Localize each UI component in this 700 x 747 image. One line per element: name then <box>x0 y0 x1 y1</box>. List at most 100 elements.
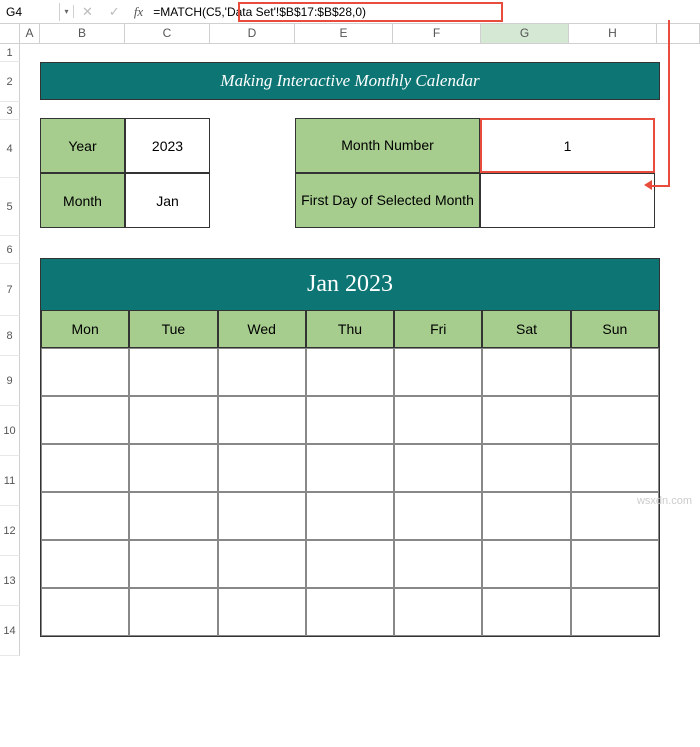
calendar-cell[interactable] <box>129 348 217 396</box>
calendar-cell[interactable] <box>306 492 394 540</box>
month-number-label: Month Number <box>295 118 480 173</box>
calendar-cell[interactable] <box>129 396 217 444</box>
calendar-cell[interactable] <box>218 348 306 396</box>
calendar-row <box>41 540 659 588</box>
calendar-cell[interactable] <box>41 396 129 444</box>
calendar-cell[interactable] <box>41 588 129 636</box>
calendar-cell[interactable] <box>571 588 659 636</box>
calendar-cell[interactable] <box>306 348 394 396</box>
formula-enter-icon: ✓ <box>101 4 128 20</box>
row-header-8[interactable]: 8 <box>0 316 20 356</box>
row-header-10[interactable]: 10 <box>0 406 20 456</box>
row-header-6[interactable]: 6 <box>0 236 20 264</box>
calendar-cell[interactable] <box>41 540 129 588</box>
calendar-title: Jan 2023 <box>41 259 659 310</box>
day-header-mon: Mon <box>41 310 129 348</box>
col-header-G[interactable]: G <box>481 24 569 43</box>
calendar-row <box>41 588 659 636</box>
calendar-cell[interactable] <box>394 444 482 492</box>
year-month-box: Year 2023 Month Jan <box>40 118 210 228</box>
row-header-2[interactable]: 2 <box>0 62 20 102</box>
row-header-5[interactable]: 5 <box>0 178 20 236</box>
worksheet-content: Making Interactive Monthly Calendar Year… <box>40 62 660 637</box>
col-header-D[interactable]: D <box>210 24 295 43</box>
month-value-cell[interactable]: Jan <box>125 173 210 228</box>
calendar-cell[interactable] <box>129 444 217 492</box>
calendar-cell[interactable] <box>218 540 306 588</box>
calendar-cell[interactable] <box>482 348 570 396</box>
row-header-9[interactable]: 9 <box>0 356 20 406</box>
name-box-dropdown-icon[interactable]: ▾ <box>60 5 74 18</box>
column-headers: A B C D E F G H <box>0 24 700 44</box>
col-header-F[interactable]: F <box>393 24 481 43</box>
name-box[interactable]: G4 <box>0 3 60 21</box>
calendar-cell[interactable] <box>41 492 129 540</box>
calendar-cell[interactable] <box>306 588 394 636</box>
page-title: Making Interactive Monthly Calendar <box>40 62 660 100</box>
row-header-12[interactable]: 12 <box>0 506 20 556</box>
calendar-cell[interactable] <box>571 396 659 444</box>
col-header-C[interactable]: C <box>125 24 210 43</box>
calendar-cell[interactable] <box>218 588 306 636</box>
row-headers: 1 2 3 4 5 6 7 8 9 10 11 12 13 14 <box>0 44 20 656</box>
col-header-H[interactable]: H <box>569 24 657 43</box>
calendar-cell[interactable] <box>394 588 482 636</box>
formula-bar-row: G4 ▾ ✕ ✓ fx <box>0 0 700 24</box>
month-info-box: Month Number 1 First Day of Selected Mon… <box>295 118 655 228</box>
calendar-cell[interactable] <box>41 444 129 492</box>
calendar-cell[interactable] <box>306 396 394 444</box>
calendar-row <box>41 348 659 396</box>
row-header-14[interactable]: 14 <box>0 606 20 656</box>
row-header-3[interactable]: 3 <box>0 102 20 120</box>
calendar-day-headers: Mon Tue Wed Thu Fri Sat Sun <box>41 310 659 348</box>
calendar-cell[interactable] <box>571 444 659 492</box>
row-header-11[interactable]: 11 <box>0 456 20 506</box>
first-day-label: First Day of Selected Month <box>295 173 480 228</box>
calendar-cell[interactable] <box>306 540 394 588</box>
day-header-fri: Fri <box>394 310 482 348</box>
formula-cancel-icon: ✕ <box>74 4 101 20</box>
calendar-cell[interactable] <box>218 396 306 444</box>
calendar-cell[interactable] <box>41 348 129 396</box>
formula-input[interactable] <box>149 3 700 21</box>
calendar-row <box>41 396 659 444</box>
row-header-7[interactable]: 7 <box>0 264 20 316</box>
calendar-cell[interactable] <box>394 396 482 444</box>
calendar-cell[interactable] <box>482 492 570 540</box>
calendar-cell[interactable] <box>482 396 570 444</box>
first-day-cell[interactable] <box>480 173 655 228</box>
fx-icon[interactable]: fx <box>128 4 149 20</box>
calendar-cell[interactable] <box>394 492 482 540</box>
month-label: Month <box>40 173 125 228</box>
calendar-cell[interactable] <box>129 492 217 540</box>
row-header-13[interactable]: 13 <box>0 556 20 606</box>
calendar-cell[interactable] <box>394 540 482 588</box>
row-header-1[interactable]: 1 <box>0 44 20 62</box>
day-header-wed: Wed <box>218 310 306 348</box>
col-header-rest[interactable] <box>657 24 700 43</box>
col-header-B[interactable]: B <box>40 24 125 43</box>
watermark: wsxdn.com <box>637 495 692 507</box>
col-header-E[interactable]: E <box>295 24 393 43</box>
callout-arrow <box>668 20 670 185</box>
day-header-tue: Tue <box>129 310 217 348</box>
month-number-cell[interactable]: 1 <box>480 118 655 173</box>
calendar-cell[interactable] <box>571 348 659 396</box>
calendar-table: Jan 2023 Mon Tue Wed Thu Fri Sat Sun <box>40 258 660 637</box>
calendar-cell[interactable] <box>482 444 570 492</box>
calendar-cell[interactable] <box>394 348 482 396</box>
calendar-cell[interactable] <box>482 540 570 588</box>
row-header-4[interactable]: 4 <box>0 120 20 178</box>
calendar-cell[interactable] <box>306 444 394 492</box>
calendar-cell[interactable] <box>571 540 659 588</box>
day-header-sat: Sat <box>482 310 570 348</box>
calendar-cell[interactable] <box>129 588 217 636</box>
calendar-cell[interactable] <box>129 540 217 588</box>
col-header-A[interactable]: A <box>20 24 40 43</box>
calendar-cell[interactable] <box>218 492 306 540</box>
calendar-row <box>41 444 659 492</box>
year-value-cell[interactable]: 2023 <box>125 118 210 173</box>
select-all-triangle[interactable] <box>0 24 20 43</box>
calendar-cell[interactable] <box>218 444 306 492</box>
calendar-cell[interactable] <box>482 588 570 636</box>
